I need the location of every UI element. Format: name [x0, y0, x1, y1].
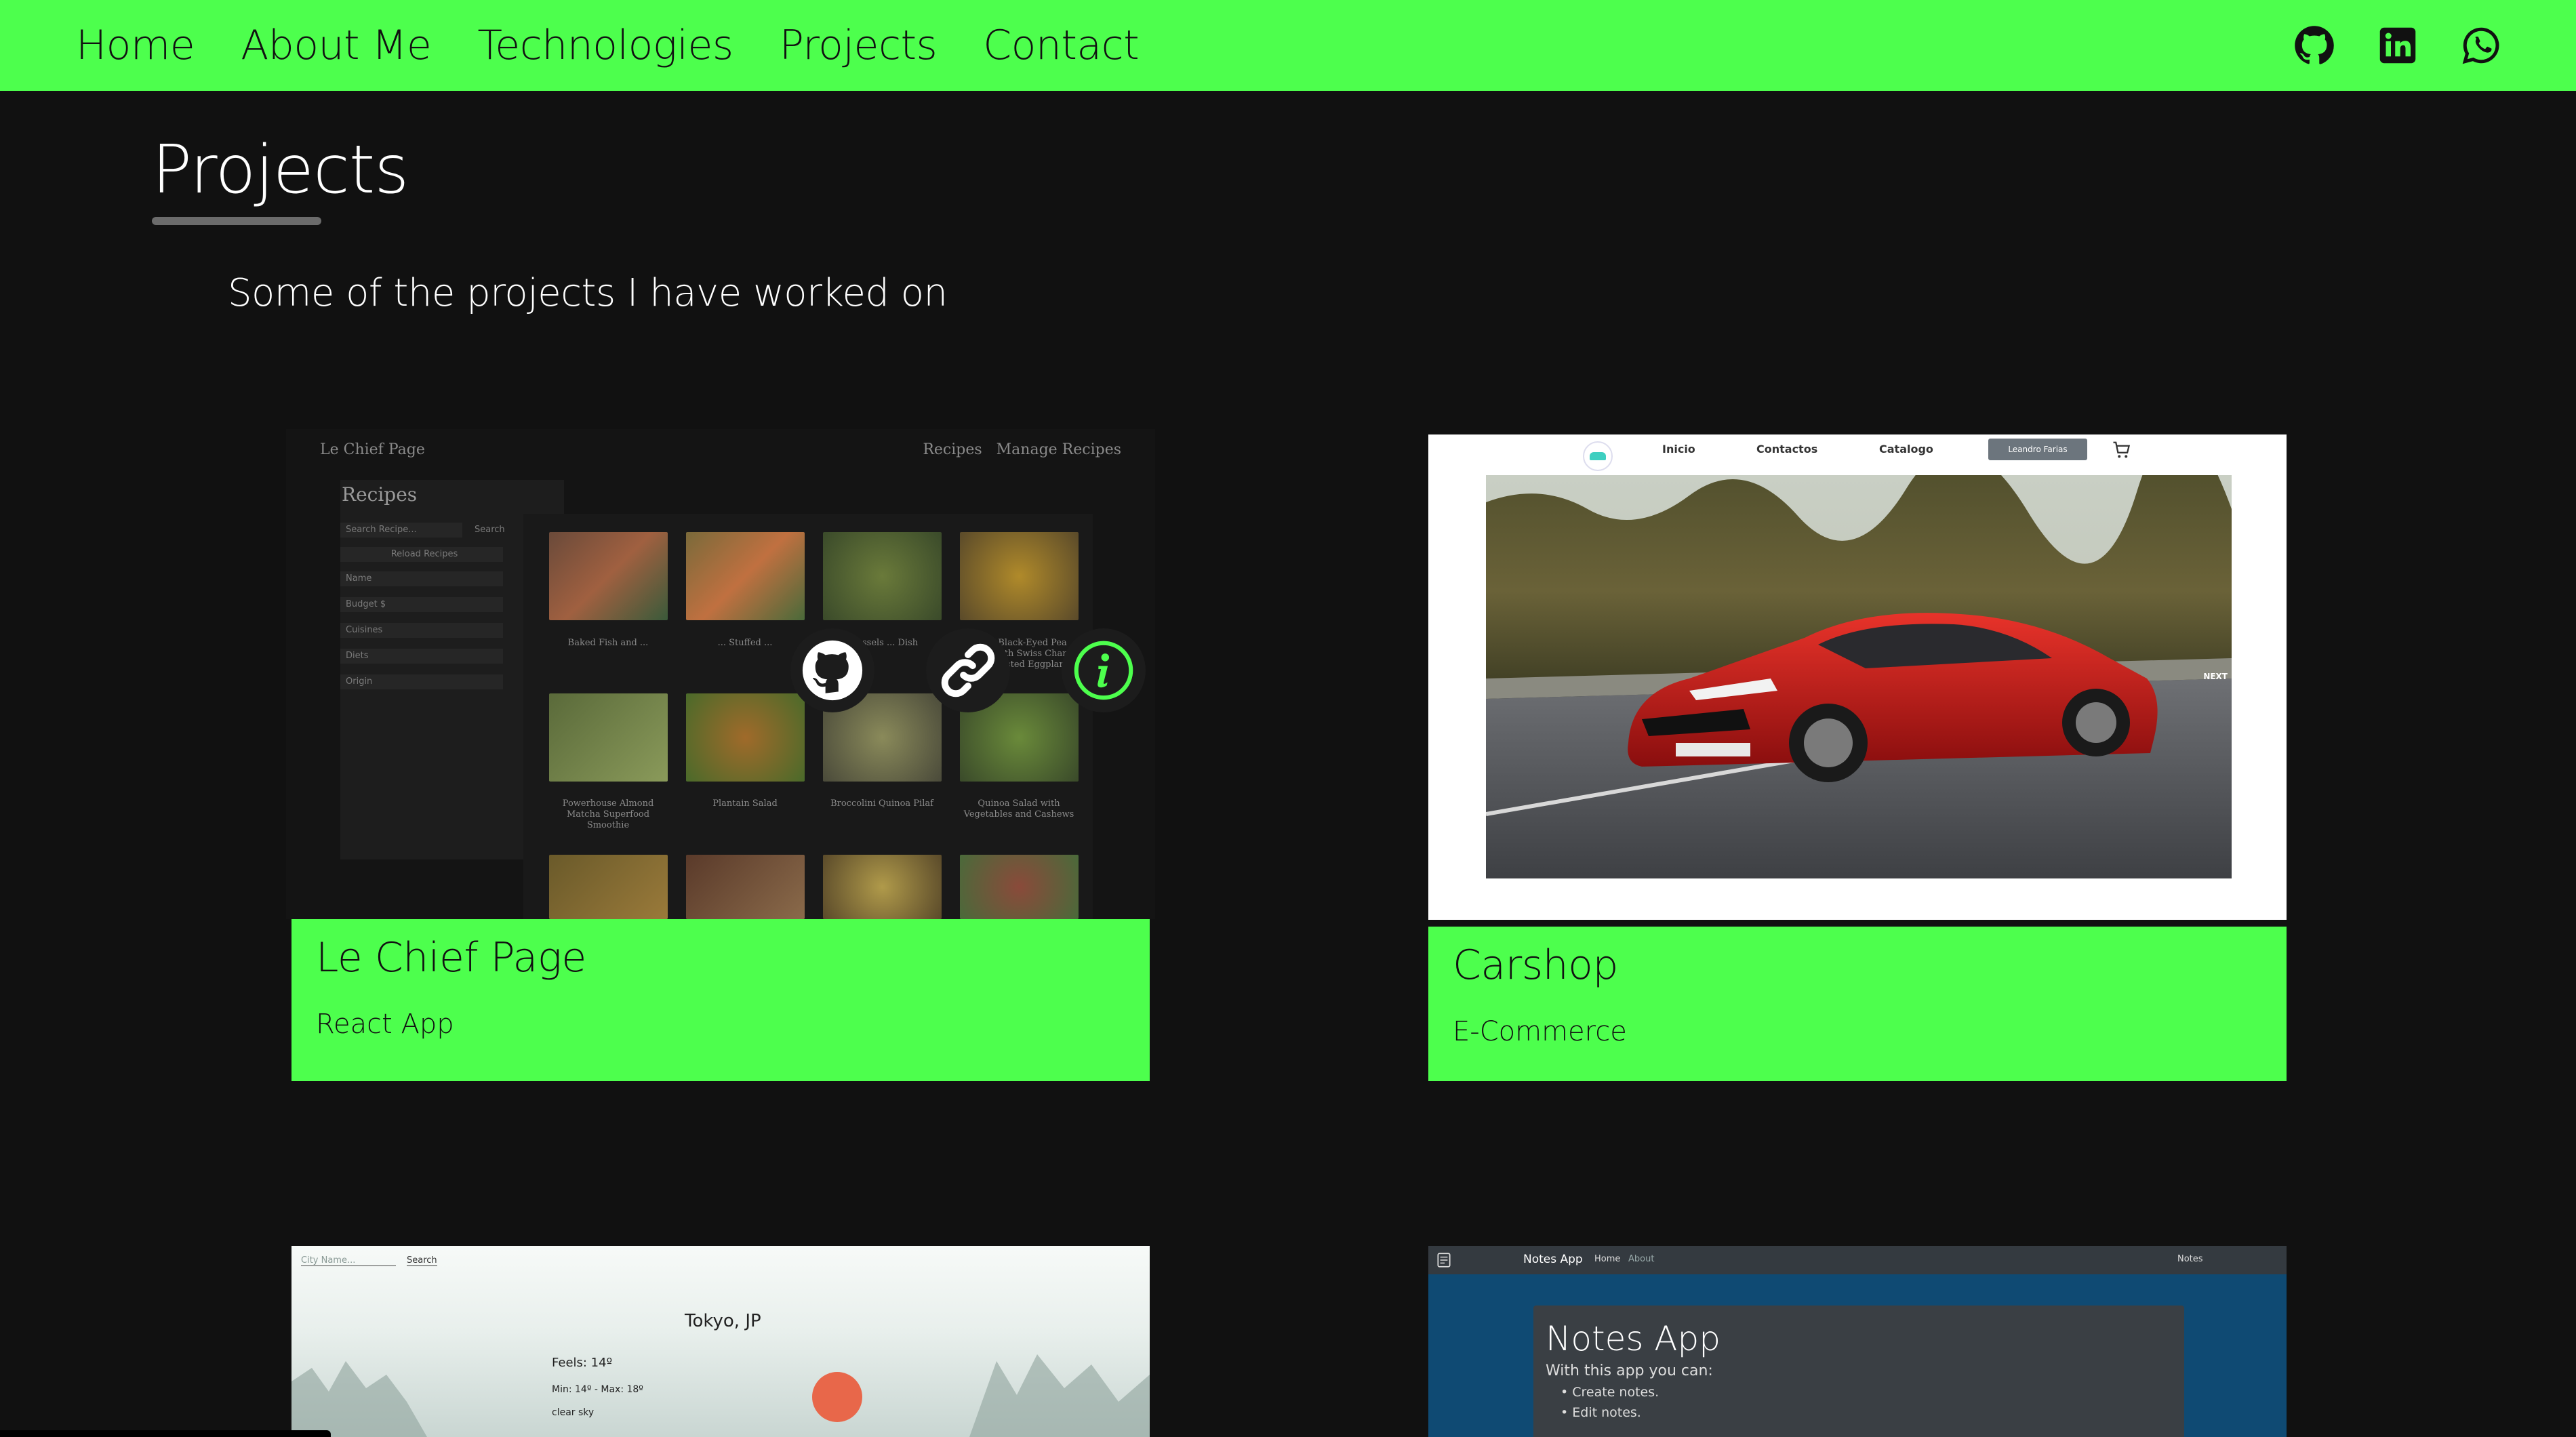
notes-bullet: • Edit notes. — [1561, 1405, 1641, 1420]
notes-bullet-text: Edit notes. — [1572, 1405, 1641, 1420]
social-links — [2294, 25, 2501, 66]
car-nav-contactos: Contactos — [1756, 443, 1818, 456]
le-chief-filter: Budget $ — [340, 597, 503, 612]
le-chief-filter: Diets — [340, 649, 503, 664]
recipe-image — [549, 855, 668, 919]
whatsapp-icon[interactable] — [2461, 25, 2501, 66]
nav-home-link[interactable]: Home — [76, 22, 195, 69]
project-card-notes[interactable]: Notes App Home About Notes Notes App Wit… — [1428, 1246, 2287, 1437]
recipe-title: ... Stuffed ... — [717, 638, 773, 648]
project-tag: React App — [316, 1009, 454, 1040]
notes-intro: With this app you can: — [1546, 1362, 1713, 1379]
recipe-image — [686, 855, 805, 919]
car-carousel: NEXT — [1486, 475, 2232, 878]
nav-links: Home About Me Technologies Projects Cont… — [76, 22, 1140, 69]
nav-technologies-link[interactable]: Technologies — [477, 22, 733, 69]
nav-contact-link[interactable]: Contact — [983, 22, 1139, 69]
page-subtitle: Some of the projects I have worked on — [228, 271, 948, 315]
le-chief-brand: Le Chief Page — [320, 441, 425, 458]
notes-nav-home: Home — [1594, 1254, 1621, 1264]
project-title: Carshop — [1453, 942, 1618, 989]
le-chief-filter: Cuisines — [340, 623, 503, 638]
notes-nav-about: About — [1628, 1254, 1655, 1264]
project-caption: Le Chief Page React App — [291, 919, 1150, 1081]
carshop-screenshot: Inicio Contactos Catalogo Leandro Farias — [1428, 434, 2287, 920]
project-card-weather[interactable]: City Name... Search Tokyo, JP Feels: 14º… — [291, 1246, 1150, 1437]
info-icon — [1074, 641, 1133, 700]
project-card-le-chief[interactable]: Le Chief Page Recipes Manage Recipes Rec… — [286, 429, 1155, 1081]
project-info-button[interactable] — [1062, 628, 1146, 712]
recipe-title: Powerhouse Almond Matcha Superfood Smoot… — [562, 798, 654, 830]
le-chief-nav: Recipes Manage Recipes — [923, 441, 1121, 458]
github-icon[interactable] — [2294, 25, 2335, 66]
notes-brand: Notes App — [1523, 1253, 1583, 1266]
recipe-image — [686, 532, 805, 620]
car-photo — [1486, 475, 2232, 878]
title-underline — [152, 217, 321, 225]
notes-logo-icon — [1437, 1253, 1451, 1268]
forest-background — [291, 1354, 1150, 1437]
scroll-indicator — [0, 1430, 331, 1437]
recipe-image — [549, 693, 668, 782]
project-thumbnail: Notes App Home About Notes Notes App Wit… — [1428, 1246, 2287, 1437]
recipe-image — [686, 693, 805, 782]
le-chief-search-button: Search — [469, 523, 510, 538]
project-link-button[interactable] — [926, 628, 1010, 712]
linkedin-icon[interactable] — [2377, 25, 2418, 66]
notes-bullet: • Create notes. — [1561, 1385, 1659, 1400]
link-icon — [941, 643, 995, 697]
le-chief-filter: Name — [340, 571, 503, 586]
cart-icon — [2113, 441, 2131, 458]
le-chief-topbar: Le Chief Page Recipes Manage Recipes — [286, 429, 1155, 470]
project-title: Le Chief Page — [316, 934, 586, 981]
nav-projects-link[interactable]: Projects — [780, 22, 938, 69]
carousel-next-button: NEXT — [2203, 672, 2228, 681]
project-thumbnail: Inicio Contactos Catalogo Leandro Farias — [1428, 434, 2287, 920]
project-thumbnail: Le Chief Page Recipes Manage Recipes Rec… — [286, 429, 1155, 919]
notes-bullet-text: Create notes. — [1572, 1385, 1659, 1400]
le-chief-nav-recipes: Recipes — [923, 441, 982, 458]
recipe-title: Baked Fish and ... — [567, 638, 649, 648]
github-icon — [802, 640, 863, 701]
car-nav-catalogo: Catalogo — [1879, 443, 1933, 456]
le-chief-nav-manage: Manage Recipes — [996, 441, 1121, 458]
project-caption: Carshop E-Commerce — [1428, 927, 2287, 1081]
recipe-image — [823, 855, 942, 919]
project-thumbnail: City Name... Search Tokyo, JP Feels: 14º… — [291, 1246, 1150, 1437]
project-tag: E-Commerce — [1453, 1016, 1627, 1047]
recipe-image — [960, 532, 1079, 620]
notes-topbar: Notes App Home About Notes — [1428, 1246, 2287, 1274]
weather-screenshot: City Name... Search Tokyo, JP Feels: 14º… — [291, 1246, 1150, 1437]
car-user-button: Leandro Farias — [1988, 439, 2087, 460]
notes-dropdown: Notes — [2177, 1254, 2203, 1264]
recipe-title: Broccolini Quinoa Pilaf — [830, 798, 933, 809]
project-card-carshop[interactable]: Inicio Contactos Catalogo Leandro Farias — [1428, 434, 2287, 1081]
recipe-image — [960, 855, 1079, 919]
le-chief-search-field: Search Recipe... — [340, 523, 462, 538]
car-nav-inicio: Inicio — [1662, 443, 1695, 456]
notes-heading: Notes App — [1546, 1319, 1720, 1358]
le-chief-filter: Origin — [340, 674, 503, 689]
car-logo-icon — [1583, 441, 1613, 471]
le-chief-sidebar-title: Recipes — [342, 483, 418, 506]
page-title: Projects — [152, 131, 409, 209]
recipe-image — [549, 532, 668, 620]
project-github-button[interactable] — [790, 628, 874, 712]
recipe-title: Plantain Salad — [712, 798, 778, 809]
notes-screenshot: Notes App Home About Notes Notes App Wit… — [1428, 1246, 2287, 1437]
notes-intro-panel: Notes App With this app you can: • Creat… — [1533, 1306, 2184, 1437]
nav-about-link[interactable]: About Me — [241, 22, 432, 69]
navbar: Home About Me Technologies Projects Cont… — [0, 0, 2576, 91]
recipe-title: Quinoa Salad with Vegetables and Cashews — [963, 798, 1074, 819]
le-chief-screenshot: Le Chief Page Recipes Manage Recipes Rec… — [286, 429, 1155, 919]
recipe-image — [823, 532, 942, 620]
le-chief-reload-button: Reload Recipes — [340, 547, 503, 562]
